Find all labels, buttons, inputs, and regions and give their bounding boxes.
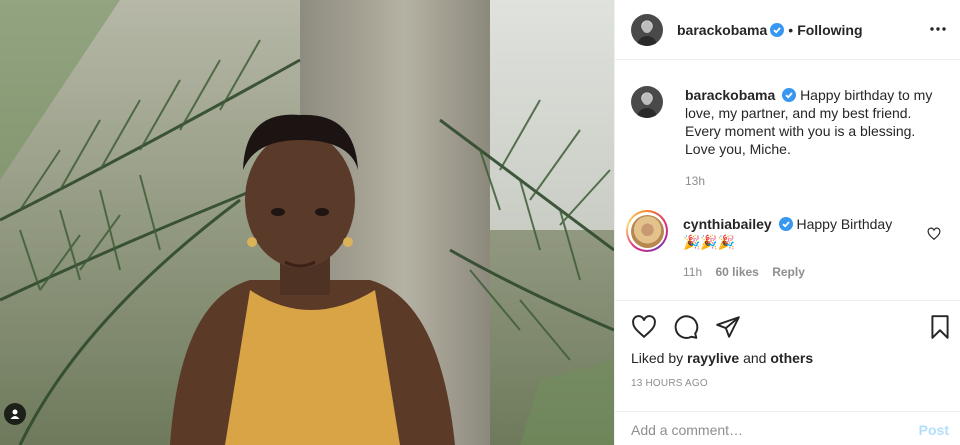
likes-summary: Liked by rayylive and others	[631, 350, 813, 366]
liked-by-user[interactable]: rayylive	[687, 350, 739, 366]
comment-composer: Post	[615, 411, 960, 445]
verified-icon	[778, 217, 793, 231]
comment-likes[interactable]: 60 likes	[715, 265, 758, 279]
post-side-panel: barackobama • Following barackobama Happ…	[614, 0, 960, 445]
bookmark-icon[interactable]	[927, 314, 953, 340]
comment-icon[interactable]	[673, 314, 699, 340]
post-comment-button[interactable]: Post	[919, 422, 949, 438]
caption-meta: 13h	[685, 172, 935, 190]
likes-and: and	[743, 350, 767, 366]
story-ring[interactable]	[626, 210, 668, 252]
heart-icon[interactable]	[927, 227, 941, 241]
comments-list: barackobama Happy birthday to my love, m…	[615, 60, 960, 300]
commenter-avatar	[630, 214, 664, 248]
author-username[interactable]: barackobama	[677, 22, 767, 38]
caption-time[interactable]: 13h	[685, 174, 705, 188]
caption-username[interactable]: barackobama	[685, 87, 775, 103]
post-photo[interactable]	[0, 0, 614, 445]
post-actions: Liked by rayylive and others 13 HOURS AG…	[615, 300, 960, 445]
comment-meta: 11h 60 likes Reply	[683, 263, 933, 281]
comment-item: cynthiabailey Happy Birthday 🎉🎉🎉 11h 60 …	[626, 210, 945, 281]
likes-others[interactable]: others	[770, 350, 813, 366]
author-avatar[interactable]	[631, 13, 663, 46]
comment-text: Happy Birthday	[796, 216, 893, 232]
caption-avatar[interactable]	[631, 86, 663, 118]
comment-emoji: 🎉🎉🎉	[683, 235, 736, 251]
commenter-username[interactable]: cynthiabailey	[683, 216, 772, 232]
heart-icon[interactable]	[631, 314, 657, 340]
comment-time[interactable]: 11h	[683, 265, 702, 279]
share-icon[interactable]	[715, 314, 741, 340]
separator-dot: •	[788, 21, 794, 38]
photo-person	[170, 114, 455, 445]
verified-icon	[770, 22, 785, 37]
comment-input[interactable]	[631, 421, 901, 438]
post-timestamp[interactable]: 13 HOURS AGO	[631, 378, 708, 389]
more-options-icon[interactable]	[929, 20, 947, 38]
reply-button[interactable]: Reply	[772, 265, 805, 279]
likes-prefix: Liked by	[631, 350, 684, 366]
user-tag-icon[interactable]	[4, 403, 26, 425]
post-header: barackobama • Following	[615, 0, 960, 60]
following-button[interactable]: Following	[797, 22, 862, 38]
action-bar	[631, 314, 949, 342]
caption-comment: barackobama Happy birthday to my love, m…	[631, 86, 945, 190]
verified-icon	[782, 88, 797, 102]
